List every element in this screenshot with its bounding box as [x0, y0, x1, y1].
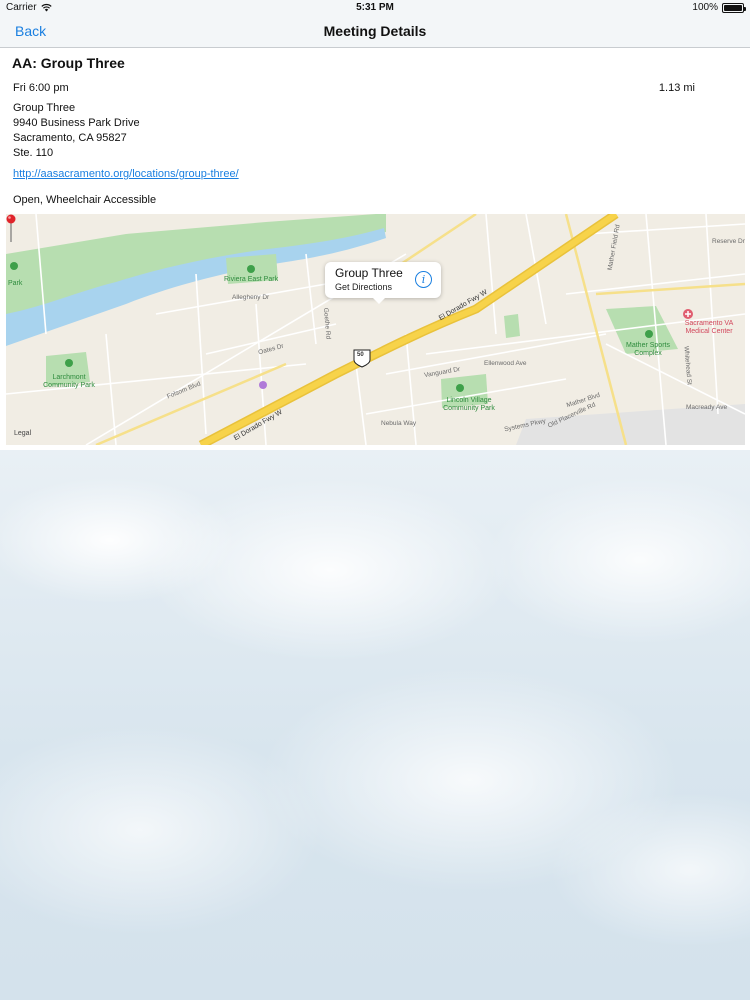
address-line: Sacramento, CA 95827 [13, 132, 127, 144]
map-pin-icon[interactable] [6, 214, 16, 244]
street-label: Allegheny Dr [232, 294, 270, 301]
address-line: Group Three [13, 102, 76, 114]
battery-icon [722, 2, 746, 13]
callout-title: Group Three [335, 266, 403, 280]
park-label: Park [8, 280, 23, 287]
park-label: Riviera East Park [224, 276, 279, 283]
navigation-bar: Back Meeting Details [0, 15, 750, 48]
street-label: Ellenwood Ave [484, 360, 527, 367]
status-bar: Carrier 5:31 PM 100% [0, 0, 750, 15]
map-graphic [6, 214, 745, 445]
park-label: Larchmont Community Park [43, 374, 95, 389]
meeting-distance: 1.13 mi [658, 82, 695, 94]
meeting-time: Fri 6:00 pm [13, 82, 69, 94]
get-directions-link[interactable]: Get Directions [335, 282, 392, 292]
medical-label: Sacramento VA Medical Center [684, 320, 734, 335]
location-map[interactable]: 50 Riviera East Park Larchmont Community… [6, 214, 745, 445]
meeting-title: AA: Group Three [12, 55, 125, 71]
meeting-location-link[interactable]: http://aasacramento.org/locations/group-… [13, 168, 239, 180]
battery-percent: 100% [692, 2, 718, 13]
address-line: Ste. 110 [13, 147, 54, 159]
status-time: 5:31 PM [356, 2, 394, 13]
meeting-details-panel: AA: Group Three Fri 6:00 pm 1.13 mi Grou… [0, 48, 750, 450]
meeting-address: Group Three 9940 Business Park Drive Sac… [13, 101, 140, 161]
sky-background [0, 450, 750, 1000]
page-title: Meeting Details [323, 23, 427, 39]
map-legal-link[interactable]: Legal [14, 430, 31, 437]
street-label: Nebula Way [381, 420, 417, 427]
meeting-types: Open, Wheelchair Accessible [13, 194, 157, 206]
info-icon[interactable]: i [415, 271, 432, 288]
street-label: Macready Ave [686, 404, 728, 411]
street-label: Reserve Dr [712, 238, 745, 245]
park-label: Lincoln Village Community Park [443, 397, 495, 412]
map-callout[interactable]: Group Three Get Directions i [325, 262, 441, 304]
address-line: 9940 Business Park Drive [13, 117, 140, 129]
park-label: Mather Sports Complex [626, 342, 670, 357]
route-shield-label: 50 [357, 352, 364, 358]
